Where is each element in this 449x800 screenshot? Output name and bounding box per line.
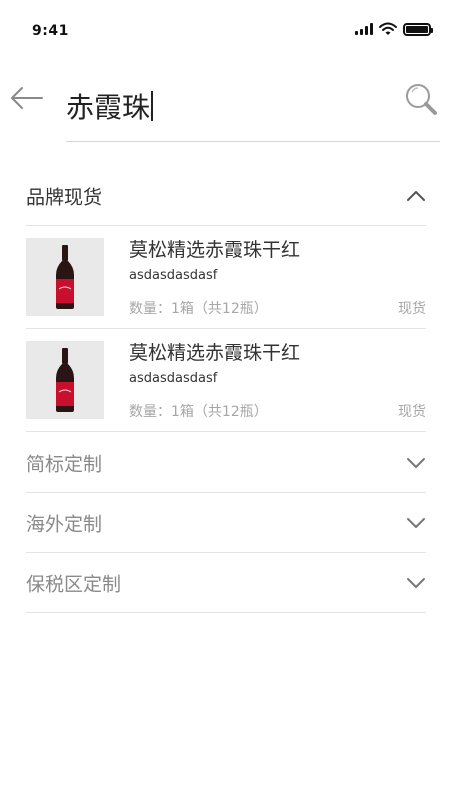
product-subtitle: asdasdasdasf (129, 371, 218, 386)
wifi-icon (379, 22, 397, 35)
back-arrow-icon[interactable] (10, 84, 44, 112)
status-time: 9:41 (32, 23, 69, 39)
section-title: 简标定制 (26, 453, 103, 475)
section-header-brand-stock[interactable]: 品牌现货 (26, 166, 426, 226)
status-icons (355, 22, 433, 36)
search-input[interactable]: 赤霞珠 (66, 78, 440, 142)
product-item[interactable]: 莫松精选赤霞珠干红 asdasdasdasf 数量：1箱（共12瓶） 现货 (26, 329, 426, 432)
product-image (26, 238, 104, 316)
wine-bottle-icon (56, 348, 74, 412)
stock-badge: 现货 (398, 404, 426, 420)
section-bonded-zone-custom: 保税区定制 (26, 553, 426, 613)
section-title: 品牌现货 (26, 186, 103, 208)
product-name: 莫松精选赤霞珠干红 (129, 239, 301, 261)
product-item[interactable]: 莫松精选赤霞珠干红 asdasdasdasf 数量：1箱（共12瓶） 现货 (26, 226, 426, 329)
section-header-overseas[interactable]: 海外定制 (26, 493, 426, 553)
section-title: 海外定制 (26, 513, 103, 535)
product-quantity: 数量：1箱（共12瓶） (129, 301, 268, 317)
chevron-down-icon[interactable] (406, 577, 426, 589)
product-image (26, 341, 104, 419)
section-brand-stock: 品牌现货 莫松精选赤霞珠干红 asdasdasdasf 数量：1箱（共12瓶） … (26, 166, 426, 432)
product-name: 莫松精选赤霞珠干红 (129, 342, 301, 364)
wine-bottle-icon (56, 245, 74, 309)
section-simple-label-custom: 简标定制 (26, 433, 426, 493)
chevron-up-icon[interactable] (406, 190, 426, 202)
text-caret (151, 91, 154, 121)
search-icon[interactable] (404, 82, 438, 116)
battery-icon (403, 22, 433, 36)
search-query: 赤霞珠 (66, 91, 151, 124)
status-bar: 9:41 (0, 0, 449, 50)
product-subtitle: asdasdasdasf (129, 268, 218, 283)
chevron-down-icon[interactable] (406, 457, 426, 469)
search-query-wrap: 赤霞珠 (66, 86, 154, 126)
section-header-bonded-zone[interactable]: 保税区定制 (26, 553, 426, 613)
chevron-down-icon[interactable] (406, 517, 426, 529)
signal-icon (355, 23, 373, 35)
product-quantity: 数量：1箱（共12瓶） (129, 404, 268, 420)
section-title: 保税区定制 (26, 573, 122, 595)
stock-badge: 现货 (398, 301, 426, 317)
section-header-simple-label[interactable]: 简标定制 (26, 433, 426, 493)
section-overseas-custom: 海外定制 (26, 493, 426, 553)
